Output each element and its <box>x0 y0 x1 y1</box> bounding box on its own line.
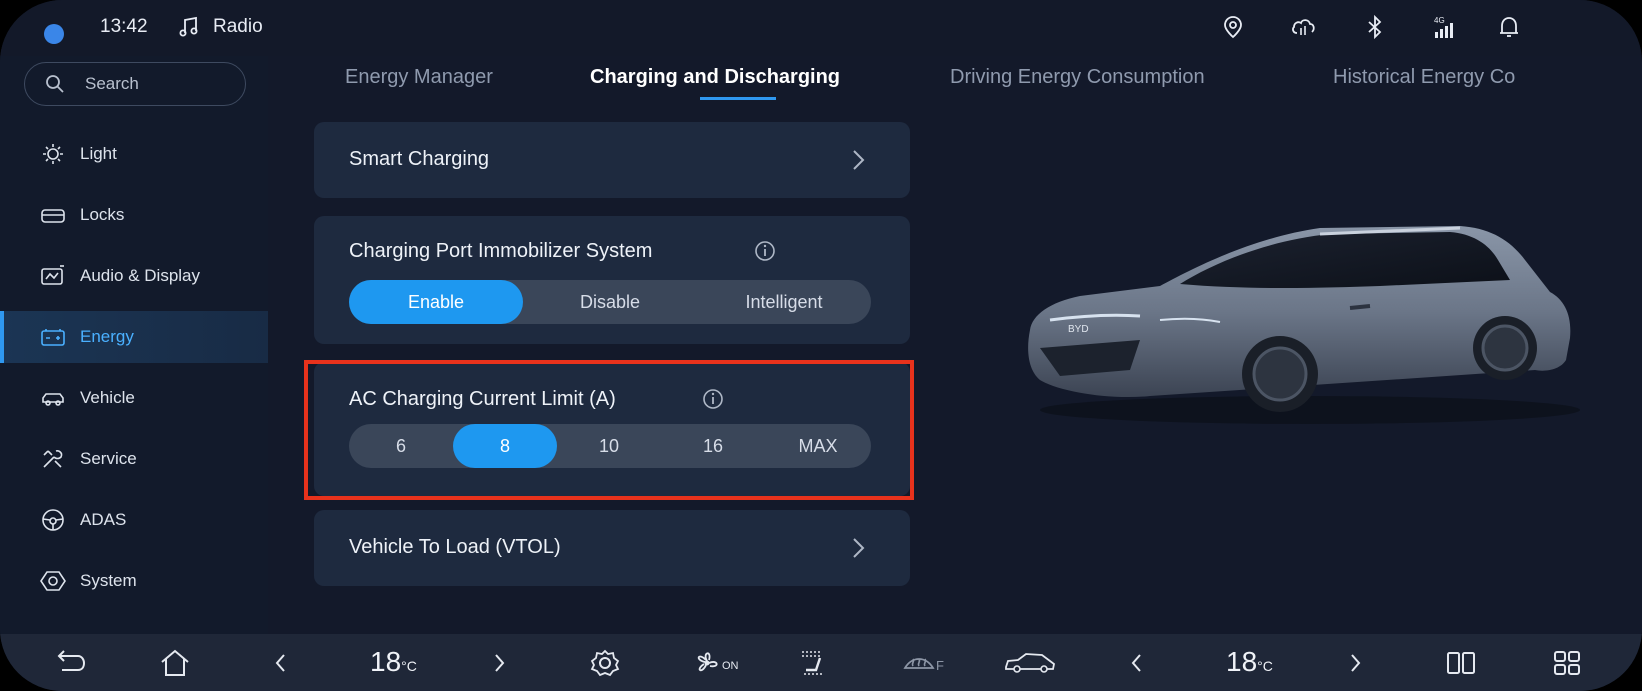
seat-airflow-icon[interactable] <box>796 648 830 678</box>
sidebar-item-adas[interactable]: ADAS <box>0 494 268 546</box>
immobilizer-card: Charging Port Immobilizer System Enable … <box>314 216 910 344</box>
tab-energy-manager[interactable]: Energy Manager <box>345 66 493 89</box>
status-bar: 13:42 Radio 4G <box>0 0 1642 56</box>
svg-text:BYD: BYD <box>1068 324 1089 335</box>
sidebar-item-service[interactable]: Service <box>0 433 268 485</box>
sidebar-item-vehicle[interactable]: Vehicle <box>0 372 268 424</box>
tab-driving-energy-consumption[interactable]: Driving Energy Consumption <box>950 66 1205 89</box>
car-outline-icon[interactable] <box>1004 648 1056 678</box>
sidebar-item-locks[interactable]: Locks <box>0 189 268 241</box>
vtol-card[interactable]: Vehicle To Load (VTOL) <box>314 510 910 586</box>
vehicle-icon <box>42 393 64 406</box>
search-placeholder: Search <box>85 74 139 93</box>
split-screen-icon[interactable] <box>1444 648 1478 678</box>
front-defrost-button[interactable]: F <box>902 648 952 678</box>
lock-icon <box>41 209 65 223</box>
service-icon <box>43 450 63 468</box>
fan-icon <box>697 652 718 672</box>
sidebar-item-label: System <box>80 571 137 590</box>
profile-dot-icon[interactable] <box>44 24 64 44</box>
sidebar-item-label: Audio & Display <box>80 266 201 285</box>
search-input[interactable]: Search <box>24 62 246 106</box>
smart-charging-card[interactable]: Smart Charging <box>314 122 910 198</box>
chevron-right-icon <box>853 150 865 170</box>
home-icon[interactable] <box>158 648 192 678</box>
sidebar-item-light[interactable]: Light <box>0 128 268 180</box>
immobilizer-option-disable[interactable]: Disable <box>523 280 697 324</box>
system-icon <box>40 571 66 591</box>
music-note-icon <box>179 16 198 37</box>
bell-icon[interactable] <box>1496 14 1522 40</box>
chevron-right-icon[interactable] <box>482 648 516 678</box>
immobilizer-option-intelligent[interactable]: Intelligent <box>697 280 871 324</box>
bluetooth-icon[interactable] <box>1362 14 1388 40</box>
search-icon <box>46 75 64 93</box>
sidebar-item-label: Service <box>80 449 137 468</box>
sidebar-item-audio-display[interactable]: Audio & Display <box>0 250 268 302</box>
location-pin-icon[interactable] <box>1220 14 1246 40</box>
car-illustration: BYD <box>1028 226 1580 424</box>
chevron-left-icon[interactable] <box>1120 648 1154 678</box>
status-time: 13:42 <box>100 16 148 37</box>
immobilizer-option-enable[interactable]: Enable <box>349 280 523 324</box>
immobilizer-title: Charging Port Immobilizer System <box>349 240 653 262</box>
audio-display-icon <box>41 265 64 285</box>
tab-historical-energy[interactable]: Historical Energy Co <box>1333 66 1515 89</box>
vtol-title: Vehicle To Load (VTOL) <box>349 536 561 558</box>
app-grid-icon[interactable] <box>1550 648 1584 678</box>
light-icon <box>43 144 63 164</box>
back-icon[interactable] <box>52 648 86 678</box>
passenger-temperature[interactable]: 18°C <box>1226 646 1273 678</box>
fan-state-label: ON <box>722 660 739 672</box>
smart-charging-title: Smart Charging <box>349 148 490 170</box>
sidebar-item-label: Vehicle <box>80 388 135 407</box>
chevron-right-icon[interactable] <box>1338 648 1372 678</box>
defrost-icon <box>903 658 935 669</box>
sidebar-item-energy[interactable]: Energy <box>0 311 268 363</box>
chevron-left-icon[interactable] <box>264 648 298 678</box>
svg-text:4G: 4G <box>1434 16 1445 25</box>
chevron-right-icon <box>853 538 865 558</box>
immobilizer-segmented-control: Enable Disable Intelligent <box>349 280 871 324</box>
battery-icon <box>41 329 65 346</box>
sidebar-item-label: Light <box>80 144 117 163</box>
sidebar-item-system[interactable]: System <box>0 555 268 607</box>
sidebar-item-label: ADAS <box>80 510 127 529</box>
highlight-annotation-box <box>304 360 914 500</box>
screen: 13:42 Radio 4G Search Light Locks Audio … <box>0 0 1642 691</box>
cloud-sync-icon[interactable] <box>1290 14 1316 40</box>
tab-charging-discharging[interactable]: Charging and Discharging <box>590 66 840 89</box>
info-icon[interactable] <box>754 240 776 262</box>
media-source-label[interactable]: Radio <box>213 16 263 38</box>
sidebar-item-label: Energy <box>80 327 134 346</box>
fan-button[interactable]: ON <box>692 648 752 678</box>
active-tab-indicator <box>700 97 776 100</box>
settings-sidebar: Search Light Locks Audio & Display Energ… <box>0 56 268 634</box>
settings-gear-icon[interactable] <box>588 648 622 678</box>
defrost-label: F <box>936 658 944 673</box>
driver-temperature[interactable]: 18°C <box>370 646 417 678</box>
sidebar-item-label: Locks <box>80 205 125 224</box>
steering-wheel-icon <box>42 509 64 531</box>
bottom-control-bar: 18°C ON F 18°C <box>0 634 1642 691</box>
signal-4g-icon: 4G <box>1434 16 1453 38</box>
